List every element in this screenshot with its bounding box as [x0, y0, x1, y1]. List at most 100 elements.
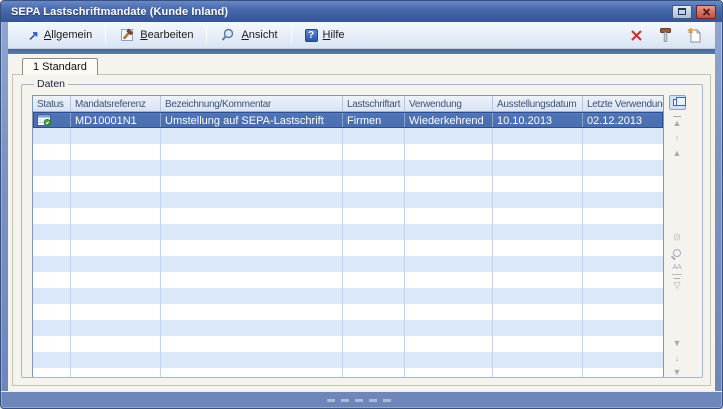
- table-cell-empty: [33, 240, 71, 256]
- table-cell-empty: [343, 224, 405, 240]
- table-row-empty[interactable]: [33, 304, 663, 320]
- next-row-icon[interactable]: ▼: [673, 336, 682, 349]
- search-icon[interactable]: [673, 249, 681, 257]
- table-cell-empty: [583, 272, 663, 288]
- table-row-empty[interactable]: [33, 144, 663, 160]
- copy-grid-button[interactable]: [669, 95, 686, 110]
- column-header-status[interactable]: Status: [33, 96, 71, 111]
- cell-ausstellungsdatum: 10.10.2013: [493, 112, 583, 128]
- table-cell-empty: [71, 320, 161, 336]
- sort-icon[interactable]: AA: [672, 262, 681, 275]
- window-title: SEPA Lastschriftmandate (Kunde Inland): [11, 6, 668, 18]
- new-document-button[interactable]: [685, 26, 703, 44]
- titlebar[interactable]: SEPA Lastschriftmandate (Kunde Inland): [1, 1, 722, 22]
- table-row-empty[interactable]: [33, 288, 663, 304]
- table-cell-empty: [343, 336, 405, 352]
- menu-bearbeiten[interactable]: Bearbeiten: [111, 25, 201, 45]
- table-row-empty[interactable]: [33, 272, 663, 288]
- table-cell-empty: [405, 176, 493, 192]
- tools-button[interactable]: [656, 26, 674, 44]
- table-row-empty[interactable]: [33, 208, 663, 224]
- resize-grip[interactable]: [327, 399, 397, 402]
- table-cell-empty: [493, 240, 583, 256]
- column-header-letzte-verwendung[interactable]: Letzte Verwendung: [583, 96, 663, 111]
- column-header-lastschriftart[interactable]: Lastschriftart: [343, 96, 405, 111]
- table-cell-empty: [33, 144, 71, 160]
- column-header-bezeichnung[interactable]: Bezeichnung/Kommentar: [161, 96, 343, 111]
- table-cell-empty: [33, 192, 71, 208]
- table-cell-empty: [33, 288, 71, 304]
- column-header-verwendung[interactable]: Verwendung: [405, 96, 493, 111]
- table-cell-empty: [583, 240, 663, 256]
- close-icon: [702, 8, 711, 16]
- table-row-empty[interactable]: [33, 240, 663, 256]
- column-header-ausstellungsdatum[interactable]: Ausstellungsdatum: [493, 96, 583, 111]
- table-row-empty[interactable]: [33, 336, 663, 352]
- mandate-table: Status Mandatsreferenz Bezeichnung/Komme…: [32, 95, 664, 378]
- toolbar-separator: [291, 26, 292, 44]
- table-cell-empty: [71, 272, 161, 288]
- table-cell-empty: [343, 240, 405, 256]
- table-cell-empty: [493, 272, 583, 288]
- new-document-icon: [687, 27, 702, 43]
- table-cell-empty: [583, 368, 663, 378]
- table-row-empty[interactable]: [33, 224, 663, 240]
- delete-button[interactable]: [627, 26, 645, 44]
- table-cell-empty: [405, 288, 493, 304]
- table-row-empty[interactable]: [33, 256, 663, 272]
- table-cell-empty: [33, 304, 71, 320]
- table-cell-empty: [71, 208, 161, 224]
- table-cell-empty: [405, 336, 493, 352]
- table-cell-empty: [161, 160, 343, 176]
- table-cell-empty: [161, 192, 343, 208]
- table-row-empty[interactable]: [33, 128, 663, 144]
- close-button[interactable]: [696, 5, 716, 19]
- cell-verwendung: Wiederkehrend: [405, 112, 493, 128]
- table-header-row: Status Mandatsreferenz Bezeichnung/Komme…: [33, 96, 663, 112]
- table-cell-empty: [71, 240, 161, 256]
- page-down-icon[interactable]: ↓: [675, 351, 680, 364]
- table-cell-empty: [405, 240, 493, 256]
- table-cell-empty: [71, 304, 161, 320]
- table-cell-empty: [493, 304, 583, 320]
- filter-icon[interactable]: ▽: [674, 278, 681, 291]
- table-cell-empty: [343, 144, 405, 160]
- table-cell-empty: [161, 176, 343, 192]
- table-row-empty[interactable]: [33, 192, 663, 208]
- table-row-empty[interactable]: [33, 176, 663, 192]
- toolbar: ↗ Allgemein Bearbeiten: [8, 22, 715, 49]
- table-cell-empty: [71, 176, 161, 192]
- table-cell-empty: [343, 304, 405, 320]
- column-width-icon[interactable]: (|): [674, 231, 680, 244]
- table-cell-empty: [493, 192, 583, 208]
- table-cell-empty: [405, 128, 493, 144]
- table-row-empty[interactable]: [33, 368, 663, 378]
- table-cell-empty: [493, 160, 583, 176]
- grid-nav-strip: ▲ ↑ ▲ (|) AA ▽ ▼: [666, 95, 688, 378]
- table-cell-empty: [405, 144, 493, 160]
- table-cell-empty: [405, 160, 493, 176]
- table-row-empty[interactable]: [33, 320, 663, 336]
- column-header-mandatsreferenz[interactable]: Mandatsreferenz: [71, 96, 161, 111]
- tab-standard[interactable]: 1 Standard: [22, 58, 98, 75]
- table-row-empty[interactable]: [33, 160, 663, 176]
- table-cell-empty: [33, 272, 71, 288]
- menu-allgemein[interactable]: ↗ Allgemein: [20, 27, 100, 44]
- menu-hilfe[interactable]: ? Hilfe: [297, 27, 353, 44]
- last-row-icon[interactable]: ▼: [673, 366, 682, 378]
- first-row-icon[interactable]: ▲: [673, 116, 682, 129]
- table-cell-empty: [343, 192, 405, 208]
- table-cell-empty: [33, 256, 71, 272]
- menu-ansicht[interactable]: Ansicht: [212, 25, 285, 45]
- table-cell-empty: [583, 208, 663, 224]
- content-area: 1 Standard Daten Status Mandatsreferenz …: [8, 54, 715, 391]
- page-up-icon[interactable]: ↑: [675, 131, 680, 144]
- table-cell-empty: [33, 128, 71, 144]
- table-cell-empty: [71, 128, 161, 144]
- restore-button[interactable]: [672, 5, 692, 19]
- table-cell-empty: [493, 320, 583, 336]
- table-row-selected[interactable]: MD10001N1 Umstellung auf SEPA-Lastschrif…: [33, 112, 663, 128]
- table-row-empty[interactable]: [33, 352, 663, 368]
- table-cell-empty: [583, 160, 663, 176]
- prev-row-icon[interactable]: ▲: [673, 146, 682, 159]
